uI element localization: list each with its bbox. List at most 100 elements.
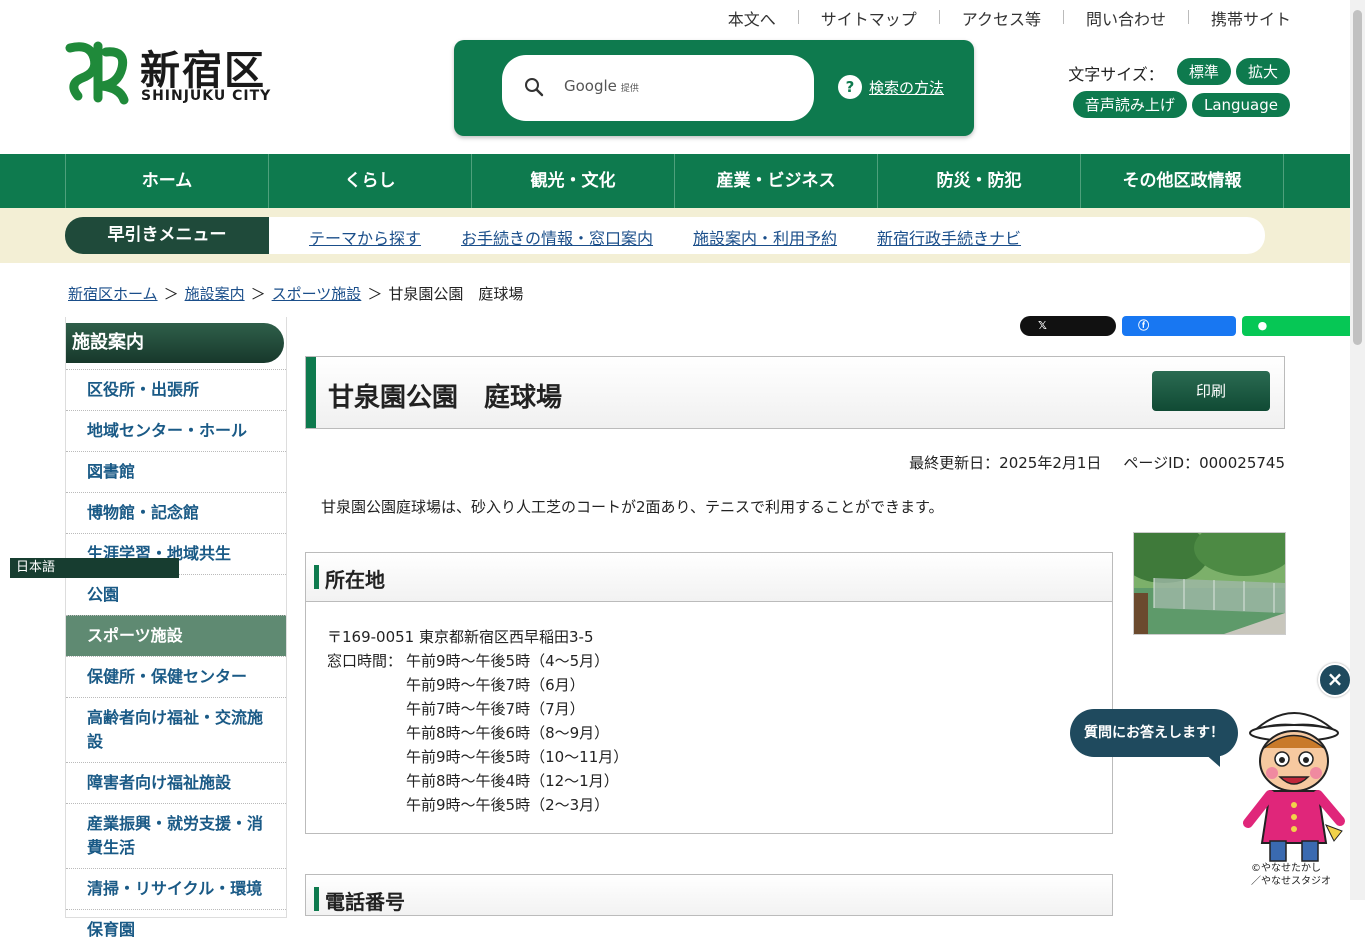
search-help-link[interactable]: ? 検索の方法: [838, 75, 944, 99]
search-input[interactable]: Google 提供: [502, 55, 814, 121]
language-badge[interactable]: 日本語: [10, 558, 179, 578]
last-updated: 最終更新日：2025年2月1日: [909, 454, 1102, 472]
quick-menu: 早引きメニュー テーマから探す お手続きの情報・窓口案内 施設案内・利用予約 新…: [0, 208, 1350, 263]
sidebar-item-industry[interactable]: 産業振興・就労支援・消費生活: [66, 803, 286, 868]
hours-item: 午前8時～午後4時（12～1月）: [406, 772, 619, 790]
shinjuku-emblem-icon: [65, 41, 129, 105]
page-id: ページID：000025745: [1123, 454, 1285, 472]
social-share: 𝕏 ポスト ⓕ シェアする ● LINEで送る: [1020, 316, 1365, 352]
breadcrumb-current: 甘泉園公園 庭球場: [388, 285, 524, 303]
breadcrumb-sports[interactable]: スポーツ施設: [272, 285, 362, 303]
x-icon: 𝕏: [1038, 319, 1047, 332]
nav-life[interactable]: くらし: [269, 154, 472, 208]
contact-link[interactable]: 問い合わせ: [1086, 6, 1166, 30]
divider: [938, 10, 940, 24]
hours-item: 午前9時～午後5時（10～11月）: [406, 748, 629, 766]
location-section: 所在地 〒169-0051 東京都新宿区西早稲田3-5 窓口時間： 午前9時～午…: [305, 552, 1113, 834]
breadcrumb-sep: ＞: [367, 285, 383, 303]
quick-menu-links: テーマから探す お手続きの情報・窓口案内 施設案内・利用予約 新宿行政手続きナビ: [269, 217, 1265, 254]
line-share-button[interactable]: ● LINEで送る: [1241, 316, 1360, 352]
page-heading: 甘泉園公園 庭球場 印刷: [305, 356, 1285, 429]
section-heading: 所在地: [306, 553, 1112, 602]
quick-link-navi[interactable]: 新宿行政手続きナビ: [877, 225, 1021, 249]
quick-link-facilities[interactable]: 施設案内・利用予約: [693, 225, 837, 249]
sidebar-item-community-center[interactable]: 地域センター・ホール: [66, 410, 286, 451]
breadcrumb-home[interactable]: 新宿区ホーム: [68, 285, 158, 303]
mascot-character-icon[interactable]: [1242, 693, 1347, 868]
mascot-credit: ©やなせたかし ／やなせスタジオ: [1251, 862, 1331, 888]
heading-bar: [314, 887, 319, 911]
facebook-share-button[interactable]: ⓕ シェアする: [1122, 316, 1236, 352]
hours-item: 午前7時～午後7時（7月）: [406, 700, 585, 718]
hours-item: 午前9時～午後5時（2～3月）: [406, 796, 610, 814]
nav-other-info[interactable]: その他区政情報: [1081, 154, 1284, 208]
chatbot-bubble[interactable]: 質問にお答えします！: [1070, 709, 1238, 767]
search-panel: Google 提供 ? 検索の方法: [454, 40, 974, 136]
nav-home[interactable]: ホーム: [66, 154, 269, 208]
credit-line: ／やなせスタジオ: [1251, 876, 1331, 887]
phone-heading: 電話番号: [325, 890, 405, 914]
sidebar-item-park[interactable]: 公園: [66, 574, 286, 615]
font-size-label: 文字サイズ：: [1068, 64, 1164, 84]
page-meta: 最終更新日：2025年2月1日 ページID：000025745: [909, 452, 1285, 473]
logo-text-en: SHINJUKU CITY: [141, 88, 272, 104]
hours-item: 午前9時～午後5時（4～5月）: [406, 652, 610, 670]
facebook-icon: ⓕ: [1138, 319, 1150, 332]
sidebar-item-disability-welfare[interactable]: 障害者向け福祉施設: [66, 762, 286, 803]
phone-section: 電話番号: [305, 874, 1113, 916]
sidebar-item-ward-office[interactable]: 区役所・出張所: [66, 369, 286, 410]
address: 〒169-0051 東京都新宿区西早稲田3-5: [327, 628, 594, 646]
hours-list: 午前9時～午後5時（4～5月） 午前9時～午後7時（6月） 午前7時～午後7時（…: [406, 649, 628, 817]
divider: [797, 10, 799, 24]
court-image: [1134, 533, 1285, 634]
sidebar-item-nursery[interactable]: 保育園: [66, 909, 286, 950]
hours-item: 午前8時～午後6時（8～9月）: [406, 724, 610, 742]
print-button[interactable]: 印刷: [1152, 371, 1270, 411]
chatbot-close-button[interactable]: ×: [1318, 663, 1352, 697]
sitemap-link[interactable]: サイトマップ: [821, 6, 917, 30]
global-nav: ホーム くらし 観光・文化 産業・ビジネス 防災・防犯 その他区政情報: [0, 154, 1350, 208]
quick-menu-title: 早引きメニュー: [65, 217, 269, 254]
sidebar-item-sports[interactable]: スポーツ施設: [66, 615, 286, 656]
nav-business[interactable]: 産業・ビジネス: [675, 154, 878, 208]
sidebar-item-library[interactable]: 図書館: [66, 451, 286, 492]
breadcrumb-sep: ＞: [163, 285, 179, 303]
access-link[interactable]: アクセス等: [962, 6, 1041, 30]
font-size-standard-button[interactable]: 標準: [1176, 58, 1231, 85]
speech-button[interactable]: 音声読み上げ: [1072, 91, 1187, 118]
sidebar-item-elderly-welfare[interactable]: 高齢者向け福祉・交流施設: [66, 697, 286, 762]
credit-line: ©やなせたかし: [1251, 863, 1321, 874]
heading-bar: [314, 565, 319, 589]
hours-item: 午前9時～午後7時（6月）: [406, 676, 585, 694]
heading-accent: [306, 357, 316, 428]
sidebar-title: 施設案内: [66, 323, 284, 363]
language-button[interactable]: Language: [1191, 93, 1290, 117]
site-logo[interactable]: 新宿区 SHINJUKU CITY: [60, 38, 275, 108]
mobile-site-link[interactable]: 携帯サイト: [1211, 6, 1291, 30]
sidebar-item-museum[interactable]: 博物館・記念館: [66, 492, 286, 533]
divider: [1062, 10, 1064, 24]
nav-disaster-prevention[interactable]: 防災・防犯: [878, 154, 1081, 208]
breadcrumb-facilities[interactable]: 施設案内: [185, 285, 245, 303]
sidebar-item-health-center[interactable]: 保健所・保健センター: [66, 656, 286, 697]
quick-link-theme[interactable]: テーマから探す: [309, 225, 421, 249]
search-icon: [525, 78, 544, 97]
nav-tourism-culture[interactable]: 観光・文化: [472, 154, 675, 208]
font-size-large-button[interactable]: 拡大: [1235, 58, 1290, 85]
chatbot-bubble-text: 質問にお答えします！: [1084, 725, 1224, 741]
divider: [1187, 10, 1189, 24]
scrollbar[interactable]: [1350, 0, 1365, 900]
search-provider-label: Google 提供: [564, 77, 639, 95]
x-post-button[interactable]: 𝕏 ポスト: [1020, 316, 1117, 352]
line-icon: ●: [1257, 319, 1268, 332]
tennis-court-photo: [1133, 532, 1286, 635]
search-help-label: 検索の方法: [869, 78, 945, 97]
location-heading: 所在地: [325, 568, 385, 592]
scrollbar-thumb[interactable]: [1353, 10, 1362, 345]
bubble-tail: [1204, 753, 1220, 767]
sidebar-item-environment[interactable]: 清掃・リサイクル・環境: [66, 868, 286, 909]
intro-text: 甘泉園公園庭球場は、砂入り人工芝のコートが2面あり、テニスで利用することができま…: [321, 498, 944, 516]
accessibility-tools: 文字サイズ： 標準 拡大 音声読み上げ Language: [1060, 58, 1290, 118]
skip-to-content-link[interactable]: 本文へ: [728, 6, 776, 30]
quick-link-procedures[interactable]: お手続きの情報・窓口案内: [461, 225, 653, 249]
